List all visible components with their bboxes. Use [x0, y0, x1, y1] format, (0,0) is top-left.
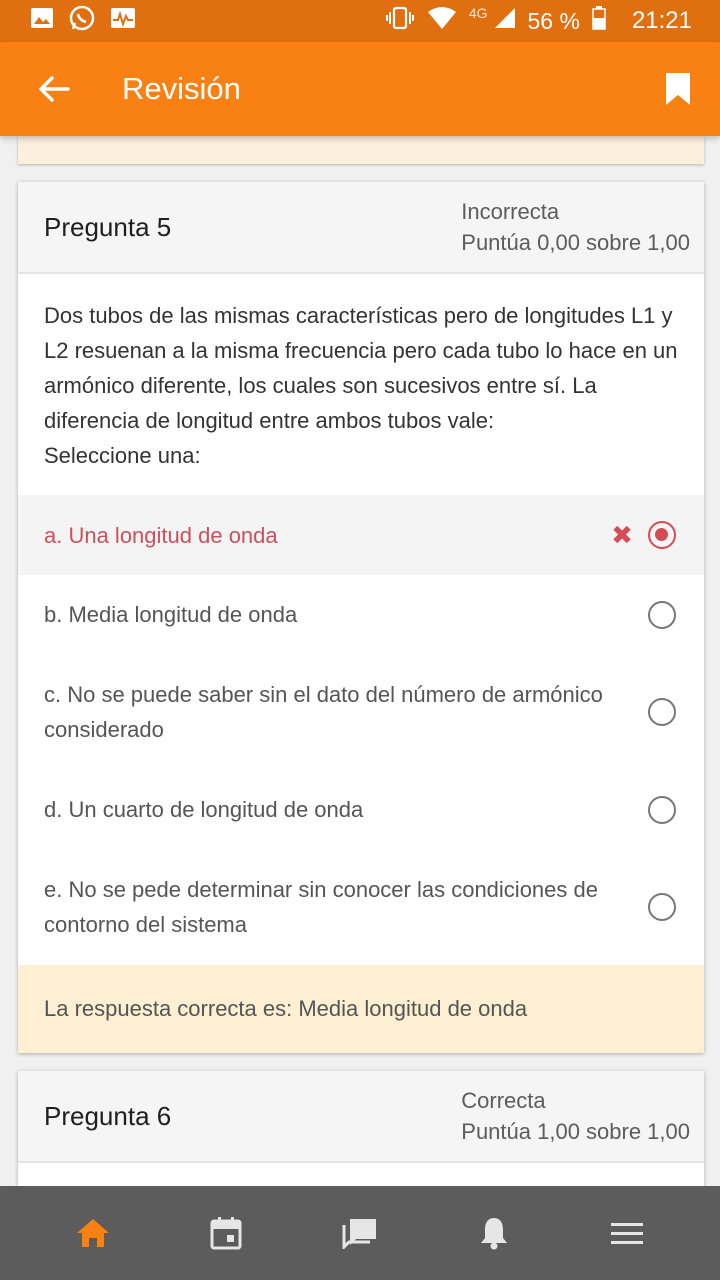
radio-icon[interactable] [648, 698, 676, 726]
answer-option-c[interactable]: c. No se puede saber sin el dato del núm… [18, 654, 704, 770]
option-label: d. Un cuarto de longitud de onda [44, 797, 364, 822]
nav-home[interactable] [63, 1203, 123, 1263]
bookmark-icon [666, 73, 690, 105]
back-button[interactable] [26, 61, 82, 117]
option-label: e. No se pede determinar sin conocer las… [44, 877, 598, 937]
signal-icon [494, 7, 516, 35]
wifi-icon [427, 6, 457, 36]
previous-question-feedback [18, 136, 704, 164]
question-state: Correcta Puntúa 1,00 sobre 1,00 [461, 1085, 690, 1147]
question-state: Incorrecta Puntúa 0,00 sobre 1,00 [461, 196, 690, 258]
answer-option-d[interactable]: d. Un cuarto de longitud de onda [18, 770, 704, 849]
question-header: Pregunta 6 Correcta Puntúa 1,00 sobre 1,… [18, 1071, 704, 1163]
question-card: Pregunta 6 Correcta Puntúa 1,00 sobre 1,… [18, 1071, 704, 1186]
question-card: Pregunta 5 Incorrecta Puntúa 0,00 sobre … [18, 182, 704, 1053]
question-prompt: Seleccione una: [44, 443, 201, 468]
question-grade: Puntúa 0,00 sobre 1,00 [461, 230, 690, 255]
nav-notifications[interactable] [464, 1203, 524, 1263]
bell-icon [480, 1218, 507, 1250]
status-bar: 4G 56 % 21:21 [0, 0, 720, 42]
menu-icon [611, 1223, 644, 1244]
answer-option-b[interactable]: b. Media longitud de onda [18, 575, 704, 654]
question-result: Incorrecta [461, 199, 560, 224]
option-label: b. Media longitud de onda [44, 602, 298, 627]
nav-menu[interactable] [597, 1203, 657, 1263]
question-result: Correcta [461, 1088, 546, 1113]
bookmark-button[interactable] [658, 61, 698, 117]
question-grade: Puntúa 1,00 sobre 1,00 [461, 1119, 690, 1144]
app-bar: Revisión [0, 42, 720, 136]
feedback-text: La respuesta correcta es: Media longitud… [44, 996, 528, 1021]
question-number: Pregunta 5 [44, 211, 172, 242]
question-statement: Dos tubos de las mismas características … [44, 303, 678, 433]
battery-icon [592, 6, 606, 36]
nav-messages[interactable] [330, 1203, 390, 1263]
activity-icon [110, 7, 136, 35]
radio-icon[interactable] [648, 600, 676, 629]
calendar-icon [210, 1217, 242, 1250]
bottom-navigation [0, 1186, 720, 1280]
answer-option-e[interactable]: e. No se pede determinar sin conocer las… [18, 849, 704, 965]
correct-answer-feedback: La respuesta correcta es: Media longitud… [18, 965, 704, 1053]
gallery-icon [30, 7, 54, 35]
answer-option-a[interactable]: a. Una longitud de onda ✖ [18, 495, 704, 575]
page-title: Revisión [122, 71, 241, 106]
messages-icon [342, 1219, 376, 1249]
question-text: Dos tubos de las mismas características … [18, 274, 704, 495]
arrow-left-icon [39, 76, 70, 102]
network-type: 4G [468, 5, 488, 21]
home-icon [76, 1219, 109, 1247]
radio-checked-icon[interactable] [648, 521, 676, 549]
vibrate-icon [385, 6, 415, 36]
radio-icon[interactable] [648, 893, 676, 921]
option-label: c. No se puede saber sin el dato del núm… [44, 682, 603, 742]
question-header: Pregunta 5 Incorrecta Puntúa 0,00 sobre … [18, 182, 704, 274]
whatsapp-icon [68, 4, 96, 38]
option-label: a. Una longitud de onda [44, 522, 278, 548]
radio-icon[interactable] [648, 795, 676, 824]
nav-calendar[interactable] [196, 1203, 256, 1263]
battery-level: 56 % [527, 7, 580, 34]
review-content[interactable]: Pregunta 5 Incorrecta Puntúa 0,00 sobre … [0, 136, 720, 1186]
incorrect-icon: ✖ [611, 519, 633, 550]
question-number: Pregunta 6 [44, 1100, 172, 1131]
clock: 21:21 [631, 7, 692, 34]
